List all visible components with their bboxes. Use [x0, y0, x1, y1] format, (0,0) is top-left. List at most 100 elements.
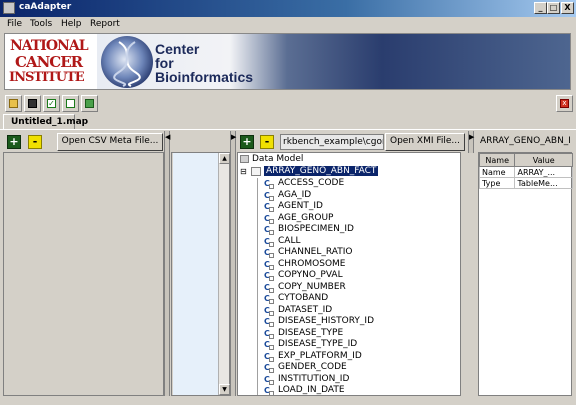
minimize-button[interactable]: _ — [534, 2, 547, 14]
tree-line — [257, 201, 258, 213]
generate-icon — [85, 99, 94, 108]
tab-divider — [0, 129, 576, 130]
menu-tools[interactable]: Tools — [30, 19, 52, 29]
tree-line — [257, 350, 258, 363]
column-icon: C — [264, 248, 275, 258]
tree-line — [257, 270, 258, 282]
column-icon: C — [264, 191, 275, 201]
target-remove-button[interactable]: - — [260, 135, 274, 149]
tree-line — [257, 212, 258, 225]
new-document-icon — [66, 99, 75, 108]
tree-line — [257, 281, 258, 294]
nci-logo: NATIONAL CANCER INSTITUTE — [5, 34, 97, 89]
target-splitter[interactable]: ▶ — [230, 131, 236, 396]
column-icon: C — [264, 363, 275, 373]
maximize-button[interactable]: □ — [547, 2, 560, 14]
tree-line — [257, 247, 258, 259]
window-title: caAdapter — [19, 2, 72, 12]
column-icon: C — [264, 386, 275, 395]
tree-line — [257, 327, 258, 340]
tree-line — [257, 362, 258, 374]
tree-scrollbar[interactable]: ▲ ▼ — [460, 153, 461, 395]
menu-help[interactable]: Help — [61, 19, 82, 29]
collapse-minus-icon[interactable]: ⊟ — [240, 167, 247, 176]
tree-line — [257, 385, 258, 395]
tree-line — [257, 224, 258, 236]
menu-file[interactable]: File — [7, 19, 22, 29]
scroll-down-icon[interactable]: ▼ — [219, 384, 230, 395]
column-icon: C — [264, 375, 275, 385]
source-tree-area — [3, 152, 164, 396]
table-row[interactable]: Type TableMe... — [478, 177, 573, 189]
tree-line — [257, 178, 258, 190]
column-icon: C — [264, 214, 275, 224]
validate-button[interactable]: ✓ — [43, 95, 60, 112]
mapping-scrollbar[interactable]: ▲ ▼ — [218, 153, 230, 395]
column-icon: C — [264, 179, 275, 189]
new-document-button[interactable] — [62, 95, 79, 112]
table-icon — [251, 167, 261, 176]
folder-icon — [240, 155, 249, 163]
window-title-bar[interactable]: caAdapter _ □ X — [0, 0, 576, 17]
column-icon: C — [264, 237, 275, 247]
property-name: Type — [478, 177, 516, 189]
close-window-button[interactable]: X — [561, 2, 574, 14]
column-icon: C — [264, 306, 275, 316]
dna-helix-logo — [101, 36, 153, 88]
column-icon: C — [264, 340, 275, 350]
open-folder-button[interactable] — [5, 95, 22, 112]
close-tab-button[interactable]: x — [556, 95, 573, 112]
tree-line — [257, 316, 258, 328]
column-icon: C — [264, 283, 275, 293]
column-icon: C — [264, 317, 275, 327]
tree-line — [257, 293, 258, 305]
property-value: TableMe... — [514, 177, 573, 189]
column-header-name[interactable]: Name — [478, 153, 516, 167]
properties-table: Name Value Name ARRAY_... Type TableMe..… — [478, 152, 573, 396]
scroll-up-icon[interactable]: ▲ — [219, 153, 230, 164]
menu-report[interactable]: Report — [90, 19, 120, 29]
target-add-button[interactable]: + — [240, 135, 254, 149]
target-pane-toolbar: + - rkbench_example\cgom_ Open XMI File.… — [237, 131, 474, 153]
app-icon — [3, 2, 15, 14]
save-button[interactable] — [24, 95, 41, 112]
column-icon: C — [264, 352, 275, 362]
tree-line — [257, 235, 258, 248]
column-icon: C — [264, 260, 275, 270]
data-model-tree: Data Model ⊟ ARRAY_GENO_ABN_FACT C ACCESS… — [237, 152, 461, 396]
open-folder-icon — [9, 99, 18, 108]
source-pane-toolbar: + - Open CSV Meta File... — [3, 131, 164, 153]
properties-header-bar: ARRAY_GENO_ABN_F — [478, 131, 572, 152]
properties-title: ARRAY_GENO_ABN_F — [480, 136, 570, 146]
tree-line — [257, 373, 258, 386]
source-splitter[interactable]: ◀ — [164, 131, 170, 396]
chevron-left-icon: ◀ — [165, 133, 171, 141]
tab-bar: Untitled_1.map — [0, 114, 576, 130]
open-csv-meta-file-button[interactable]: Open CSV Meta File... — [57, 133, 163, 151]
property-name: Name — [478, 166, 516, 178]
tab-untitled-map[interactable]: Untitled_1.map — [3, 114, 88, 130]
target-collapse[interactable]: ▶ — [468, 131, 474, 153]
mapping-canvas[interactable] — [173, 153, 219, 395]
column-icon: C — [264, 202, 275, 212]
source-remove-button[interactable]: - — [28, 135, 42, 149]
table-row[interactable]: Name ARRAY_... — [478, 166, 573, 178]
column-header-value[interactable]: Value — [514, 153, 573, 167]
tree-line — [257, 258, 258, 271]
chevron-right-icon: ▶ — [231, 133, 237, 141]
tree-line — [257, 339, 258, 351]
close-tab-icon: x — [560, 99, 569, 108]
xmi-path-field[interactable]: rkbench_example\cgom_ — [280, 134, 384, 150]
chevron-right-icon: ▶ — [469, 133, 475, 141]
column-icon: C — [264, 225, 275, 235]
main-toolbar: ✓ x — [0, 94, 576, 114]
open-xmi-file-button[interactable]: Open XMI File... — [385, 133, 465, 151]
generate-button[interactable] — [81, 95, 98, 112]
column-icon: C — [264, 271, 275, 281]
center-for-bioinformatics-title: Center for Bioinformatics — [155, 41, 254, 85]
column-icon: C — [264, 294, 275, 304]
property-value: ARRAY_... — [514, 166, 573, 178]
validate-icon: ✓ — [47, 99, 56, 108]
save-icon — [28, 99, 37, 108]
source-add-button[interactable]: + — [7, 135, 21, 149]
